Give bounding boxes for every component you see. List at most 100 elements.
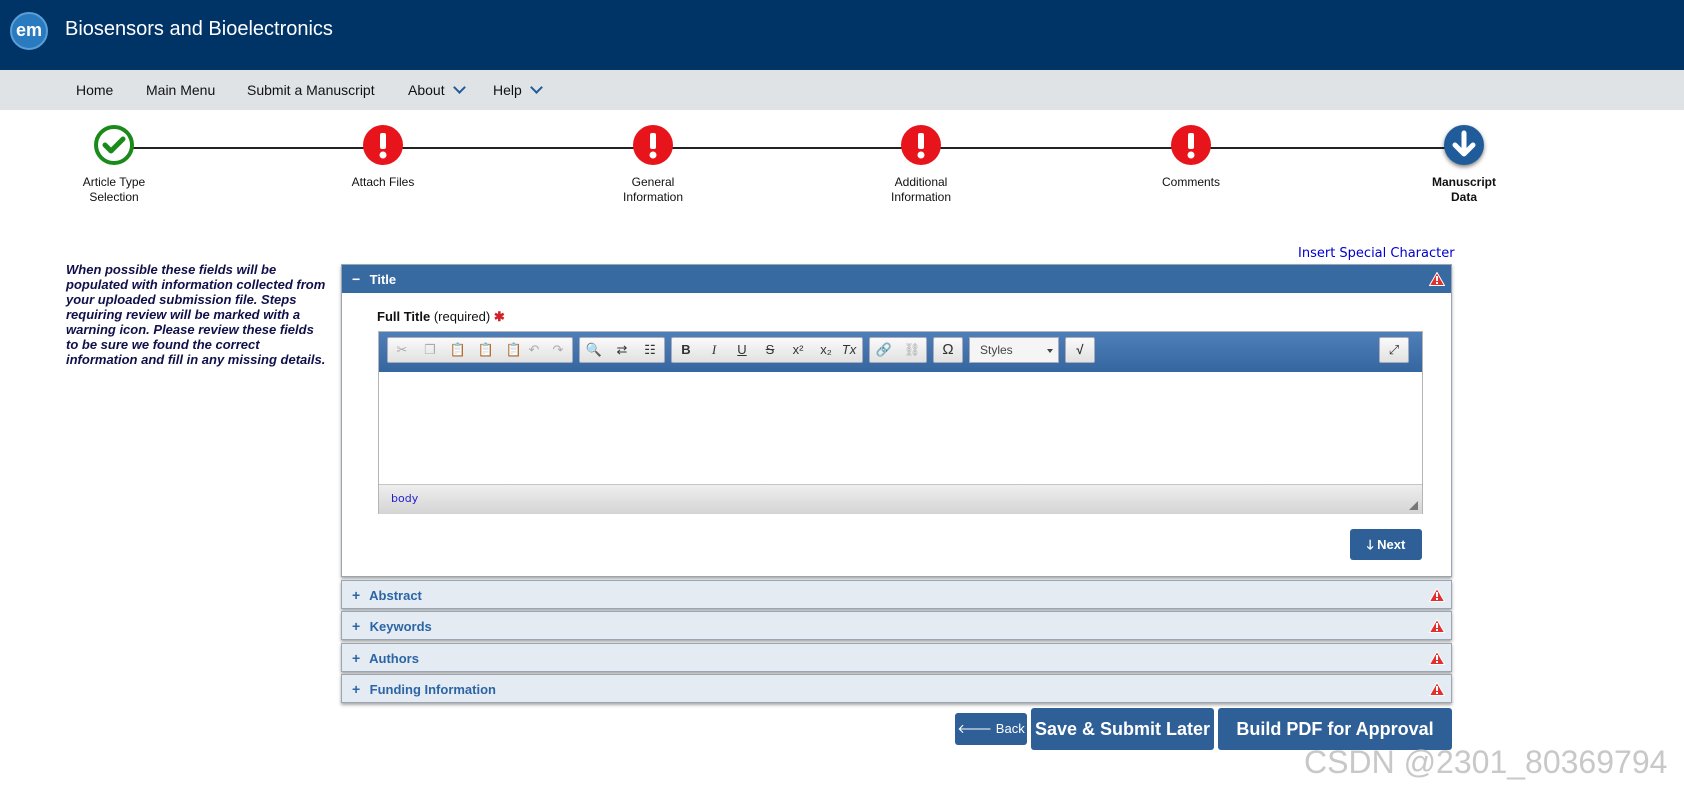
back-button[interactable]: 🡐 Back	[955, 713, 1027, 745]
authors-section-header[interactable]: + Authors	[342, 644, 1451, 672]
wizard-step-label: Article Type Selection	[82, 175, 146, 204]
save-submit-later-button[interactable]: Save & Submit Later	[1031, 708, 1214, 750]
next-button-label: Next	[1377, 537, 1406, 552]
authors-section[interactable]: + Authors	[341, 643, 1452, 672]
redo-icon[interactable]: ↷	[546, 340, 570, 360]
funding-section-header[interactable]: + Funding Information	[342, 675, 1451, 703]
nav-about-label: About	[408, 82, 445, 98]
exclamation-icon	[363, 125, 403, 165]
cut-icon[interactable]: ✂	[390, 340, 414, 360]
full-title-label: Full Title (required) ✱	[377, 309, 505, 324]
wizard-step-label: Comments	[1161, 175, 1220, 189]
editor-toolbar: ✂ ❐ 📋 📋 📋 ↶ ↷ 🔍 ⇄ ☷ B I U S x² x₂ Tx 🔗 ⛓…	[379, 332, 1422, 372]
funding-heading: Funding Information	[369, 682, 496, 697]
underline-icon[interactable]: U	[730, 340, 754, 360]
arrow-down-icon	[1444, 125, 1484, 165]
strikethrough-icon[interactable]: S	[758, 340, 782, 360]
editor-text-area[interactable]	[379, 372, 1422, 484]
wizard-step-attach-files[interactable]: Attach Files	[318, 125, 448, 190]
nav-submit-label: Submit a Manuscript	[247, 82, 375, 98]
math-root-icon[interactable]: √	[1068, 340, 1092, 360]
funding-information-section[interactable]: + Funding Information	[341, 674, 1452, 703]
wizard-step-manuscript-data[interactable]: Manuscript Data	[1399, 125, 1529, 205]
abstract-heading: Abstract	[369, 588, 422, 603]
app-header: em Biosensors and Bioelectronics	[0, 0, 1684, 70]
editor-status-bar: body	[379, 484, 1422, 514]
styles-dropdown-label: Styles	[980, 343, 1013, 357]
paste-icon[interactable]: 📋	[446, 340, 470, 360]
maximize-icon[interactable]: ⤢	[1382, 340, 1406, 360]
chevron-down-icon	[452, 81, 466, 94]
watermark-text: CSDN @2301_80369794	[1304, 744, 1668, 780]
chevron-down-icon	[529, 81, 543, 94]
italic-icon[interactable]: I	[702, 340, 726, 360]
exclamation-icon	[633, 125, 673, 165]
find-icon[interactable]: 🔍	[582, 340, 606, 360]
resize-handle-icon[interactable]	[1409, 501, 1418, 510]
keywords-section[interactable]: + Keywords	[341, 611, 1452, 640]
copy-icon[interactable]: ❐	[418, 340, 442, 360]
warning-icon	[1429, 588, 1445, 602]
nav-submit-manuscript[interactable]: Submit a Manuscript	[247, 70, 375, 110]
abstract-section[interactable]: + Abstract	[341, 580, 1452, 609]
instructions-note: When possible these fields will be popul…	[66, 262, 326, 367]
nav-help[interactable]: Help	[493, 70, 543, 110]
nav-home[interactable]: Home	[76, 70, 113, 110]
select-all-icon[interactable]: ☷	[638, 340, 662, 360]
arrow-left-icon: 🡐	[957, 721, 993, 736]
nav-home-label: Home	[76, 82, 114, 98]
nav-help-label: Help	[493, 82, 522, 98]
title-section-header[interactable]: − Title	[342, 265, 1451, 293]
nav-main-menu-label: Main Menu	[146, 82, 216, 98]
abstract-section-header[interactable]: + Abstract	[342, 581, 1451, 609]
keywords-section-header[interactable]: + Keywords	[342, 612, 1451, 640]
format-group: B I U S x² x₂ Tx	[671, 337, 863, 363]
maximize-group: ⤢	[1379, 337, 1409, 363]
insert-special-character-link[interactable]: Insert Special Character	[1298, 246, 1455, 261]
title-section-heading: Title	[369, 272, 397, 287]
omega-icon[interactable]: Ω	[936, 340, 960, 360]
main-nav: Home Main Menu Submit a Manuscript About…	[0, 70, 1684, 110]
journal-title: Biosensors and Bioelectronics	[65, 18, 333, 40]
check-icon	[94, 125, 134, 165]
warning-icon	[1429, 272, 1445, 286]
back-button-label: Back	[995, 721, 1025, 736]
wizard-step-comments[interactable]: Comments	[1126, 125, 1256, 190]
subscript-icon[interactable]: x₂	[814, 340, 838, 360]
em-logo[interactable]: em	[10, 12, 48, 50]
warning-icon	[1429, 651, 1445, 665]
find-group: 🔍 ⇄ ☷	[579, 337, 665, 363]
next-button[interactable]: 🡓 Next	[1350, 529, 1422, 560]
warning-icon	[1429, 682, 1445, 696]
superscript-icon[interactable]: x²	[786, 340, 810, 360]
title-section: − Title Full Title (required) ✱ ✂ ❐ 📋 📋 …	[341, 264, 1452, 577]
link-icon[interactable]: 🔗	[872, 340, 896, 360]
replace-icon[interactable]: ⇄	[610, 340, 634, 360]
nav-about[interactable]: About	[408, 70, 466, 110]
wizard-step-additional-information[interactable]: Additional Information	[856, 125, 986, 205]
link-group: 🔗 ⛓	[869, 337, 927, 363]
expand-icon: +	[352, 618, 361, 634]
dropdown-arrow-icon	[1047, 349, 1053, 353]
nav-main-menu[interactable]: Main Menu	[146, 70, 215, 110]
math-group: √	[1065, 337, 1095, 363]
remove-format-icon[interactable]: Tx	[837, 340, 861, 360]
wizard-step-article-type[interactable]: Article Type Selection	[49, 125, 179, 205]
element-path-body[interactable]: body	[391, 492, 418, 505]
expand-icon: +	[352, 681, 361, 697]
styles-dropdown[interactable]: Styles	[969, 337, 1059, 363]
bold-icon[interactable]: B	[674, 340, 698, 360]
warning-icon	[1429, 619, 1445, 633]
required-icon: ✱	[493, 309, 505, 324]
wizard-step-general-information[interactable]: General Information	[588, 125, 718, 205]
unlink-icon[interactable]: ⛓	[900, 340, 924, 360]
arrow-down-icon: 🡓	[1366, 537, 1374, 552]
wizard-step-label: Additional Information	[890, 175, 952, 204]
wizard-step-label: Attach Files	[351, 175, 415, 189]
exclamation-icon	[1171, 125, 1211, 165]
paste-text-icon[interactable]: 📋	[474, 340, 498, 360]
undo-icon[interactable]: ↶	[522, 340, 546, 360]
wizard-connector-line	[114, 147, 1464, 149]
special-char-group: Ω	[933, 337, 963, 363]
build-pdf-label: Build PDF for Approval	[1236, 719, 1434, 739]
